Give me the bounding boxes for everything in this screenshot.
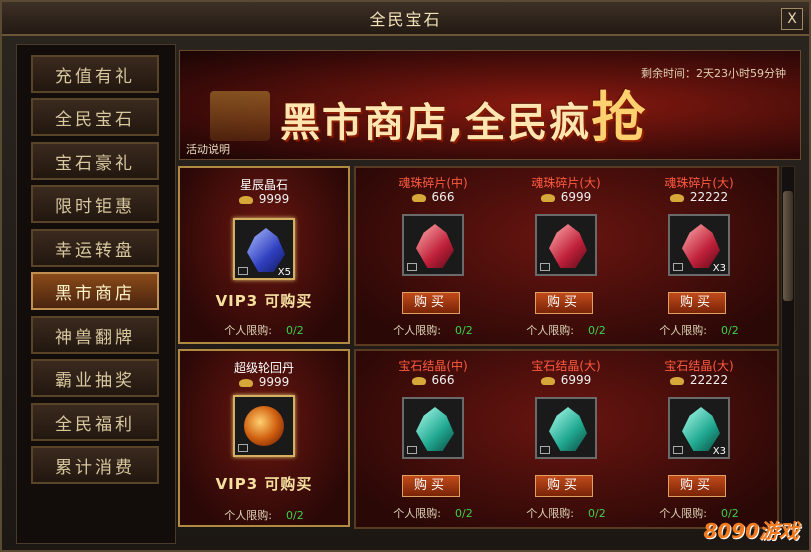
golden-orb-icon: [244, 406, 284, 446]
item-slot[interactable]: [233, 395, 295, 457]
bind-lock-icon: [238, 267, 248, 275]
item-price: 666: [368, 373, 498, 387]
featured-item-name: 超级轮回丹: [233, 361, 294, 375]
item-slot[interactable]: [402, 397, 464, 459]
sidebar-item-lucky-wheel[interactable]: 幸运转盘: [31, 229, 159, 267]
item-slot[interactable]: [402, 214, 464, 276]
bind-lock-icon: [540, 263, 550, 271]
buy-button[interactable]: 购买: [535, 292, 593, 314]
item-name: 魂珠碎片(大): [664, 176, 734, 190]
purchase-limit: 个人限购: 0/2: [224, 509, 304, 522]
purchase-limit: 个人限购: 0/2: [393, 324, 473, 337]
event-banner: 黑市商店,全民疯抢 剩余时间：2天23小时59分钟 活动说明: [179, 50, 801, 160]
item-name: 宝石结晶(大): [664, 359, 734, 373]
item-slot[interactable]: X5: [233, 218, 295, 280]
gold-ingot-icon: [669, 193, 684, 202]
buy-button[interactable]: 购买: [535, 475, 593, 497]
sidebar-item-recharge[interactable]: 充值有礼: [31, 55, 159, 93]
gold-ingot-icon: [540, 193, 555, 202]
shop-item: 魂珠碎片(大) 22222 X3 购买 个人限购: 0/2: [634, 168, 764, 343]
blue-crystal-icon: [247, 228, 285, 272]
bind-lock-icon: [673, 263, 683, 271]
gold-ingot-icon: [238, 378, 253, 387]
scroll-thumb[interactable]: [783, 191, 793, 301]
gold-ingot-icon: [238, 195, 253, 204]
bind-lock-icon: [407, 263, 417, 271]
sidebar-item-gem-gift[interactable]: 宝石豪礼: [31, 142, 159, 180]
red-crystal-icon: [549, 224, 587, 268]
red-crystal-icon: [416, 224, 454, 268]
purchase-limit: 个人限购: 0/2: [526, 507, 606, 520]
featured-card: 超级轮回丹 9999 VIP3 可购买 个人限购: 0/2: [178, 349, 350, 527]
quantity-badge: X5: [277, 267, 291, 278]
bind-lock-icon: [540, 446, 550, 454]
gold-ingot-icon: [411, 193, 426, 202]
buy-button[interactable]: 购买: [402, 292, 460, 314]
close-button[interactable]: X: [781, 8, 803, 30]
gold-ingot-icon: [540, 376, 555, 385]
featured-item-name: 星辰晶石: [239, 178, 288, 192]
sidebar-item-all-gems[interactable]: 全民宝石: [31, 98, 159, 136]
shop-row: 宝石结晶(中) 666 购买 个人限购: 0/2 宝石结晶(大) 6999 购买 …: [354, 349, 779, 529]
bind-lock-icon: [673, 446, 683, 454]
sidebar-item-accumulated-spend[interactable]: 累计消费: [31, 446, 159, 484]
item-price: 6999: [501, 190, 631, 204]
vip-requirement: VIP3 可购买: [215, 292, 313, 310]
purchase-limit: 个人限购: 0/2: [526, 324, 606, 337]
title-bar: 全民宝石 X: [2, 2, 809, 36]
buy-button[interactable]: 购买: [668, 475, 726, 497]
shop-item: 宝石结晶(大) 6999 购买 个人限购: 0/2: [501, 351, 631, 526]
sidebar-item-lottery[interactable]: 霸业抽奖: [31, 359, 159, 397]
buy-button[interactable]: 购买: [402, 475, 460, 497]
featured-item-price: 9999: [180, 192, 348, 206]
item-name: 宝石结晶(大): [531, 359, 601, 373]
sidebar: 充值有礼 全民宝石 宝石豪礼 限时钜惠 幸运转盘 黑市商店 神兽翻牌 霸业抽奖 …: [16, 44, 176, 544]
teal-crystal-icon: [416, 407, 454, 451]
featured-card: 星辰晶石 9999 X5 VIP3 可购买 个人限购: 0/2: [178, 166, 350, 344]
item-price: 22222: [634, 190, 764, 204]
window-title: 全民宝石: [369, 10, 442, 29]
shop-item: 宝石结晶(中) 666 购买 个人限购: 0/2: [368, 351, 498, 526]
banner-headline: 黑市商店,全民疯抢: [280, 86, 648, 149]
activity-info-link[interactable]: 活动说明: [186, 141, 230, 157]
item-name: 魂珠碎片(中): [398, 176, 468, 190]
buy-button[interactable]: 购买: [668, 292, 726, 314]
shop-row: 魂珠碎片(中) 666 购买 个人限购: 0/2 魂珠碎片(大) 6999 购买 …: [354, 166, 779, 346]
item-slot[interactable]: X3: [668, 214, 730, 276]
gift-boxes-icon: [210, 91, 270, 141]
quantity-badge: X3: [712, 263, 726, 274]
teal-crystal-icon: [549, 407, 587, 451]
game-window: 全民宝石 X 充值有礼 全民宝石 宝石豪礼 限时钜惠 幸运转盘 黑市商店 神兽翻…: [0, 0, 811, 552]
shop-item: 宝石结晶(大) 22222 X3 购买 个人限购: 0/2: [634, 351, 764, 526]
bind-lock-icon: [238, 444, 248, 452]
item-price: 666: [368, 190, 498, 204]
purchase-limit: 个人限购: 0/2: [224, 324, 304, 337]
item-slot[interactable]: [535, 397, 597, 459]
item-slot[interactable]: X3: [668, 397, 730, 459]
sidebar-item-beast-flip[interactable]: 神兽翻牌: [31, 316, 159, 354]
quantity-badge: X3: [712, 446, 726, 457]
shop-item: 魂珠碎片(大) 6999 购买 个人限购: 0/2: [501, 168, 631, 343]
shop-item: 魂珠碎片(中) 666 购买 个人限购: 0/2: [368, 168, 498, 343]
item-price: 6999: [501, 373, 631, 387]
watermark-logo: 8090游戏: [703, 519, 799, 543]
teal-crystal-icon: [682, 407, 720, 451]
sidebar-item-black-market[interactable]: 黑市商店: [31, 272, 159, 310]
gold-ingot-icon: [411, 376, 426, 385]
sidebar-item-limited-deal[interactable]: 限时钜惠: [31, 185, 159, 223]
countdown-timer: 剩余时间：2天23小时59分钟: [641, 67, 786, 80]
featured-item-price: 9999: [180, 375, 348, 389]
purchase-limit: 个人限购: 0/2: [659, 324, 739, 337]
item-slot[interactable]: [535, 214, 597, 276]
item-name: 魂珠碎片(大): [531, 176, 601, 190]
item-name: 宝石结晶(中): [398, 359, 468, 373]
scrollbar[interactable]: [781, 166, 795, 528]
vip-requirement: VIP3 可购买: [215, 475, 313, 493]
gold-ingot-icon: [669, 376, 684, 385]
red-crystal-icon: [682, 224, 720, 268]
purchase-limit: 个人限购: 0/2: [393, 507, 473, 520]
bind-lock-icon: [407, 446, 417, 454]
item-price: 22222: [634, 373, 764, 387]
sidebar-item-welfare[interactable]: 全民福利: [31, 403, 159, 441]
